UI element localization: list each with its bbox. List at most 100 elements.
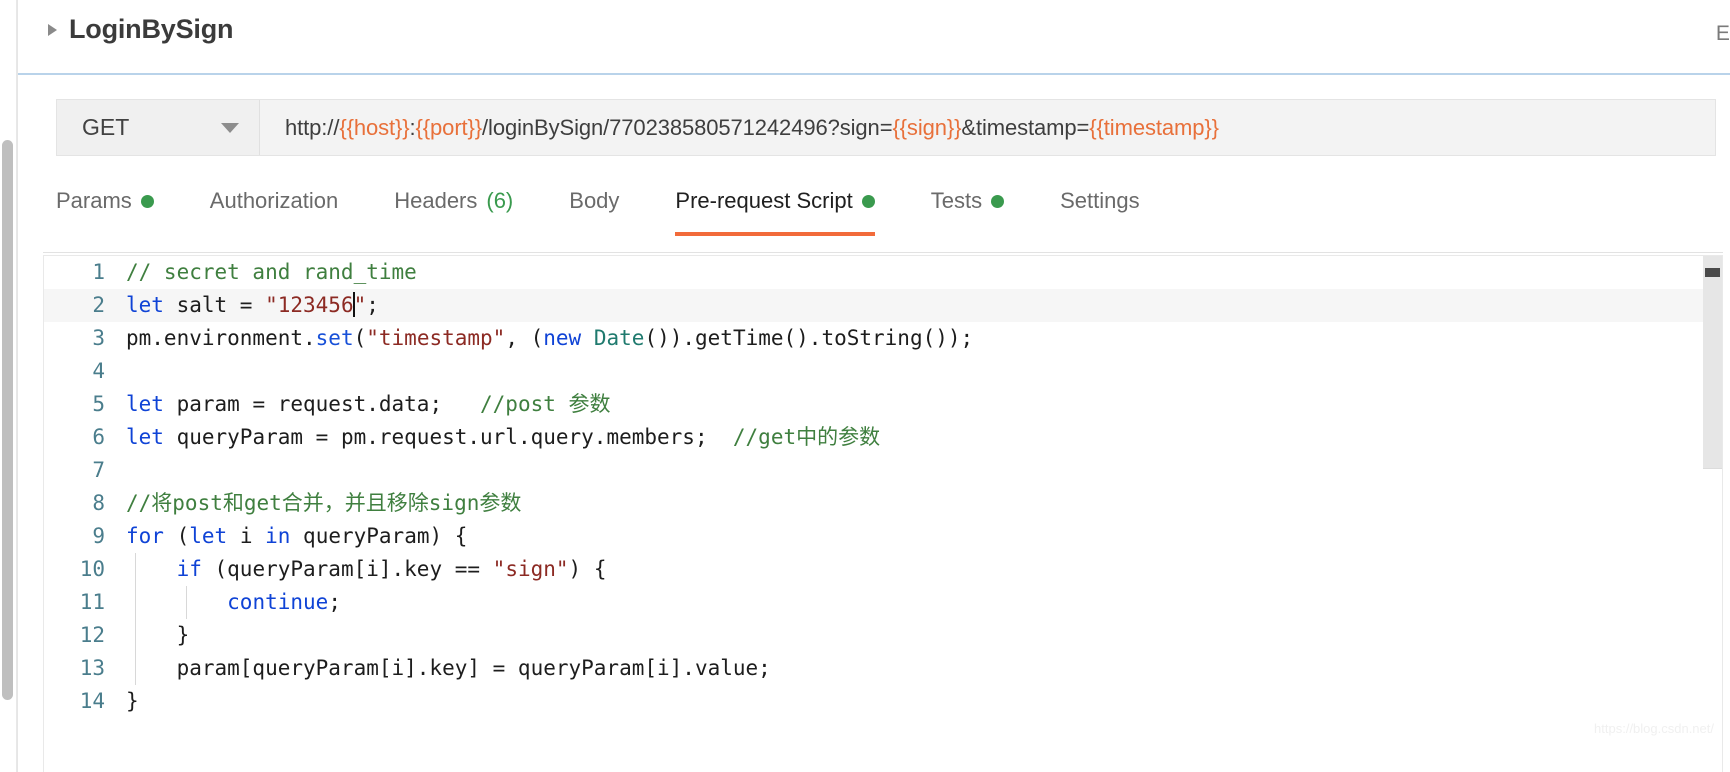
line-number: 2	[92, 293, 105, 317]
line-number: 3	[92, 326, 105, 350]
code-token: (	[353, 326, 367, 350]
line-number: 11	[79, 590, 105, 614]
code-token: queryParam) {	[290, 524, 468, 548]
code-token: ) {	[568, 557, 607, 581]
code-text: }	[126, 619, 1722, 652]
tab-label: Tests	[930, 188, 983, 213]
code-line[interactable]: 13 param[queryParam[i].key] = queryParam…	[44, 652, 1722, 685]
url-variable-token: {{timestamp}}	[1089, 114, 1219, 140]
code-area[interactable]: 1// secret and rand_time 2 let salt = "123…	[44, 256, 1722, 718]
pre-request-script-editor[interactable]: 1// secret and rand_time 2 let salt = "123…	[43, 255, 1723, 772]
page-scrollbar-thumb[interactable]	[2, 140, 13, 700]
code-token: , (	[505, 326, 544, 350]
line-number: 10	[79, 557, 105, 581]
code-line[interactable]: 12 }	[44, 619, 1722, 652]
code-text: if (queryParam[i].key == "sign") {	[126, 553, 1722, 586]
url-static-token: &timestamp=	[961, 114, 1090, 140]
request-pane: LoginBySign Exa GET http://{{host}}:{{po…	[17, 0, 1730, 772]
method-select[interactable]: GET	[57, 100, 260, 155]
editor-scrollbar-thumb[interactable]	[1705, 268, 1720, 277]
tab-label: Body	[569, 188, 620, 213]
code-line[interactable]: 1 // secret and rand_time	[44, 256, 1722, 289]
code-token: param = request.data;	[163, 392, 481, 416]
url-variable-token: {{port}}	[415, 114, 483, 140]
tab-count: (6)	[486, 188, 514, 213]
code-token: }	[126, 689, 139, 713]
code-line[interactable]: 8 //将post和get合并，并且移除sign参数	[44, 487, 1722, 520]
request-tabs: Params Authorization Headers (6) Body Pre-req…	[56, 182, 1196, 240]
line-number: 12	[79, 623, 105, 647]
method-label: GET	[82, 114, 130, 140]
chevron-down-icon[interactable]	[221, 122, 239, 133]
tab-label: Settings	[1060, 188, 1140, 213]
url-bar: GET http://{{host}}:{{port}}/loginBySign…	[56, 99, 1716, 156]
code-text: let param = request.data; //post 参数	[126, 388, 1722, 421]
code-token: ;	[366, 293, 379, 317]
tab-params[interactable]: Params	[56, 182, 154, 236]
indent-guide	[135, 619, 136, 652]
examples-label[interactable]: Exa	[1716, 22, 1730, 46]
indent-guide	[135, 652, 136, 685]
code-line[interactable]: 11 continue;	[44, 586, 1722, 619]
request-header: LoginBySign Exa	[18, 0, 1730, 75]
line-number: 14	[79, 689, 105, 713]
code-token: let	[189, 524, 228, 548]
url-variable-token: {{sign}}	[892, 114, 962, 140]
watermark: https://blog.csdn.net/	[1594, 721, 1714, 736]
code-line[interactable]: 5 let param = request.data; //post 参数	[44, 388, 1722, 421]
code-text: for (let i in queryParam) {	[126, 520, 1722, 553]
code-line[interactable]: 10 if (queryParam[i].key == "sign") {	[44, 553, 1722, 586]
tab-body[interactable]: Body	[569, 182, 619, 236]
editor-scrollbar-cap	[1703, 468, 1722, 469]
tab-tests[interactable]: Tests	[930, 182, 1005, 236]
code-line[interactable]: 7	[44, 454, 1722, 487]
code-token: "123456	[265, 293, 354, 317]
header-divider	[18, 73, 1730, 75]
tab-settings[interactable]: Settings	[1060, 182, 1140, 236]
code-token: salt =	[163, 293, 266, 317]
tab-pre-request-script[interactable]: Pre-request Script	[675, 182, 875, 236]
code-token: //post 参数	[480, 392, 611, 416]
tab-authorization[interactable]: Authorization	[210, 182, 338, 236]
request-title-group[interactable]: LoginBySign	[48, 14, 233, 45]
line-number: 1	[92, 260, 105, 284]
code-line[interactable]: 9 for (let i in queryParam) {	[44, 520, 1722, 553]
editor-scrollbar-track[interactable]	[1703, 256, 1722, 468]
code-line[interactable]: 14}	[44, 685, 1722, 718]
code-text: }	[126, 685, 1722, 718]
line-number: 4	[92, 359, 105, 383]
code-token: "sign"	[492, 557, 569, 581]
tab-status-dot-icon	[140, 194, 154, 208]
code-text: let queryParam = pm.request.url.query.me…	[126, 421, 1722, 454]
indent-guide	[186, 586, 187, 619]
code-text: pm.environment.set("timestamp", (new Dat…	[126, 322, 1722, 355]
tab-label: Pre-request Script	[675, 188, 853, 213]
triangle-right-icon[interactable]	[48, 23, 57, 36]
code-text: //将post和get合并，并且移除sign参数	[126, 487, 1722, 520]
code-token: let	[126, 392, 164, 416]
tab-status-dot-icon	[991, 194, 1005, 208]
indent-guide	[135, 586, 136, 619]
code-token: i	[227, 524, 266, 548]
code-line[interactable]: 6 let queryParam = pm.request.url.query.m…	[44, 421, 1722, 454]
page-title: LoginBySign	[69, 14, 234, 44]
tab-headers[interactable]: Headers (6)	[394, 182, 513, 236]
line-number: 8	[92, 491, 105, 515]
code-token: new	[543, 326, 582, 350]
line-number: 13	[79, 656, 105, 680]
code-token: Date	[593, 326, 645, 350]
page-scrollbar-track[interactable]	[0, 0, 17, 772]
tab-label: Headers	[394, 188, 478, 213]
code-token: let	[126, 425, 164, 449]
code-line[interactable]: 3 pm.environment.set("timestamp", (new Da…	[44, 322, 1722, 355]
code-line[interactable]: 4	[44, 355, 1722, 388]
code-token: // secret and rand_time	[126, 260, 417, 284]
code-token: ()).getTime().toString());	[644, 326, 974, 350]
url-input[interactable]: http://{{host}}:{{port}}/loginBySign/770…	[260, 100, 1715, 155]
code-line[interactable]: 2 let salt = "123456";	[44, 289, 1722, 322]
code-text: param[queryParam[i].key] = queryParam[i]…	[126, 652, 1722, 685]
